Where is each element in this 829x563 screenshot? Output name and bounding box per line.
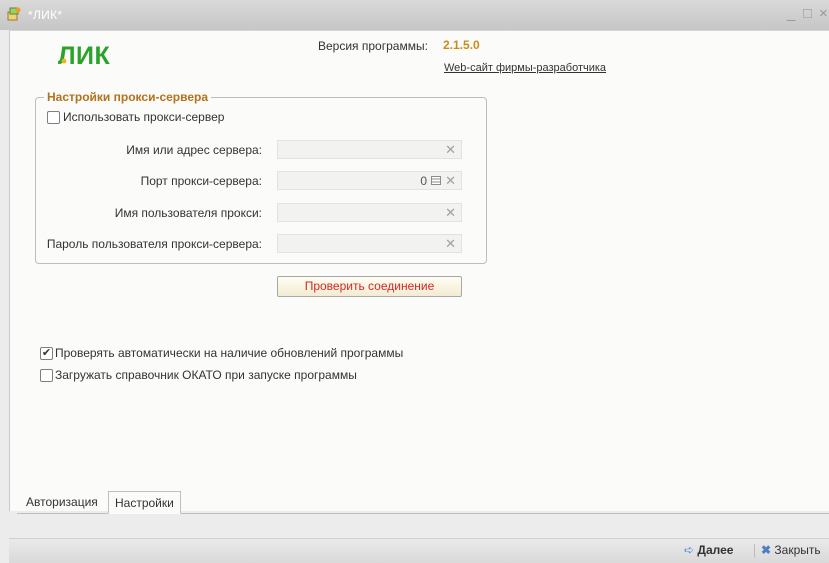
close-window-button[interactable]: ×	[819, 4, 828, 24]
clear-icon[interactable]: ✕	[445, 173, 456, 189]
clear-icon[interactable]: ✕	[445, 205, 456, 221]
separator	[754, 544, 755, 558]
clear-icon[interactable]: ✕	[445, 142, 456, 158]
clear-icon[interactable]: ✕	[445, 236, 456, 252]
close-icon: ✖	[761, 543, 772, 557]
bottom-command-bar: ➪ Далее ✖ Закрыть	[9, 538, 829, 563]
logo-text: ЛИК	[58, 42, 111, 68]
window-title: *ЛИК*	[28, 8, 63, 22]
okato-checkbox[interactable]	[40, 369, 53, 382]
auto-update-label: Проверять автоматически на наличие обнов…	[55, 346, 404, 360]
calculator-icon[interactable]	[431, 176, 441, 185]
tab-authorization[interactable]: Авторизация	[20, 491, 104, 513]
proxy-password-field[interactable]: ✕	[277, 234, 462, 253]
maximize-button[interactable]: □	[803, 4, 812, 24]
lik-logo: ЛИК	[58, 42, 111, 68]
server-address-label: Имя или адрес сервера:	[126, 143, 262, 157]
server-address-field[interactable]: ✕	[277, 140, 462, 159]
close-button[interactable]: ✖ Закрыть	[761, 543, 821, 557]
next-button[interactable]: ➪ Далее	[684, 543, 733, 557]
use-proxy-checkbox[interactable]	[47, 111, 60, 124]
proxy-group-title: Настройки прокси-сервера	[44, 90, 212, 104]
arrow-right-icon: ➪	[684, 543, 695, 557]
version-label: Версия программы:	[318, 39, 428, 53]
proxy-password-label: Пароль пользователя прокси-сервера:	[46, 237, 262, 251]
proxy-user-label: Имя пользователя прокси:	[114, 206, 262, 220]
proxy-port-label: Порт прокси-сервера:	[140, 174, 262, 188]
developer-website-link[interactable]: Web-сайт фирмы-разработчика	[444, 62, 606, 74]
title-bar: *ЛИК* _ □ ×	[0, 0, 829, 30]
use-proxy-label: Использовать прокси-сервер	[63, 110, 225, 124]
tab-settings[interactable]: Настройки	[108, 491, 181, 514]
minimize-button[interactable]: _	[787, 4, 795, 24]
next-label: Далее	[697, 543, 734, 557]
version-value: 2.1.5.0	[443, 38, 480, 52]
proxy-port-value: 0	[420, 174, 427, 188]
checkmark-icon: ✔	[41, 347, 52, 359]
close-label: Закрыть	[774, 543, 821, 557]
proxy-user-field[interactable]: ✕	[277, 203, 462, 222]
auto-update-checkbox[interactable]: ✔	[40, 347, 53, 360]
check-connection-button[interactable]: Проверить соединение	[277, 276, 462, 297]
app-icon	[7, 7, 21, 21]
proxy-port-field[interactable]: 0 ✕	[277, 171, 462, 190]
okato-label: Загружать справочник ОКАТО при запуске п…	[55, 368, 357, 382]
